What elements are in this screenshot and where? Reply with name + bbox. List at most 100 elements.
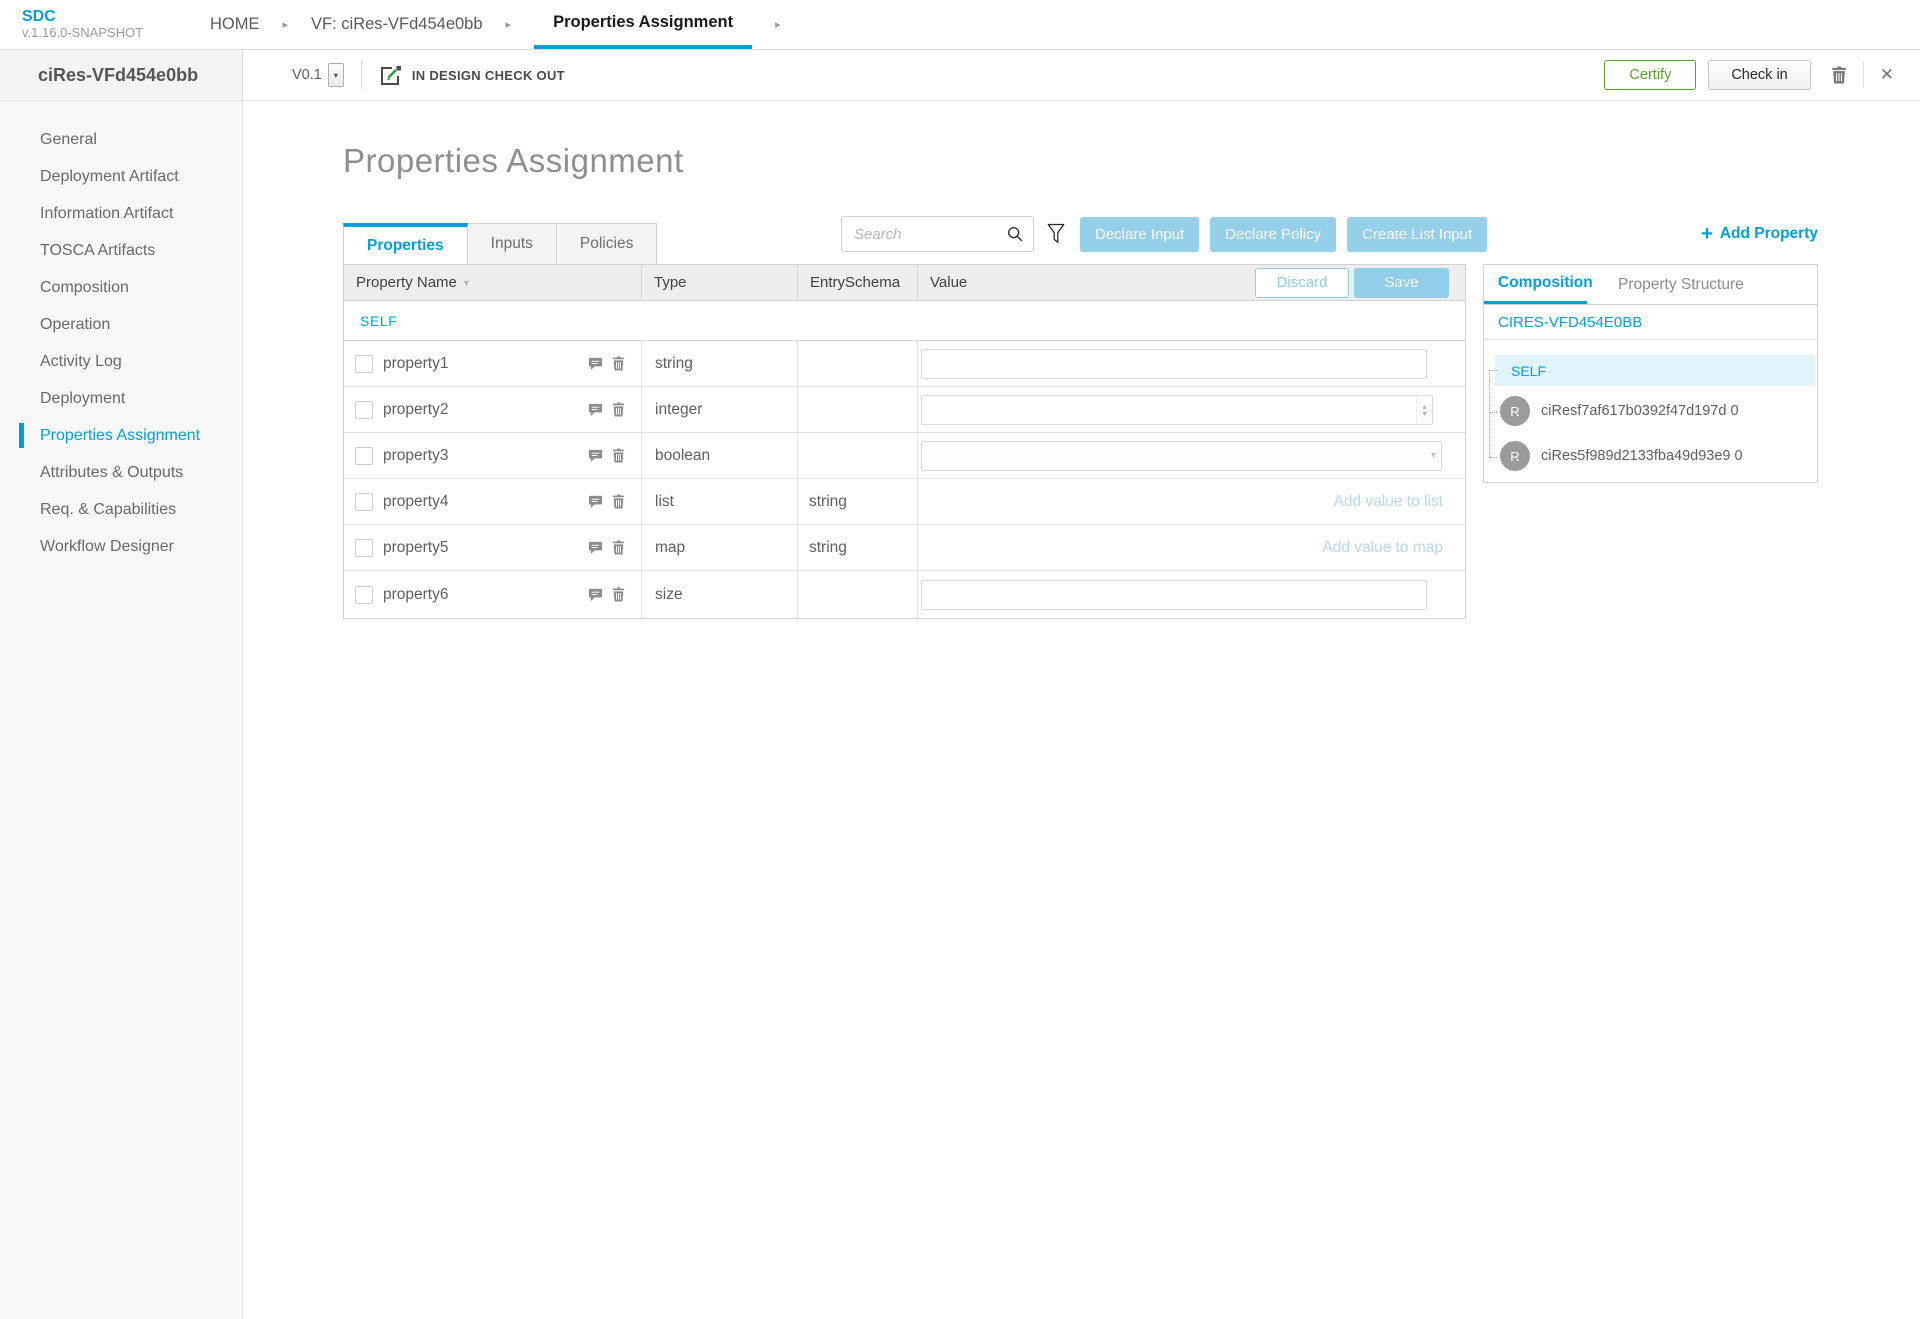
column-header-label: Property Name xyxy=(356,274,457,291)
number-input[interactable] xyxy=(921,395,1433,425)
tab-inputs[interactable]: Inputs xyxy=(468,223,557,264)
tab-composition[interactable]: Composition xyxy=(1484,265,1587,304)
comment-icon[interactable] xyxy=(588,357,603,371)
create-list-input-button[interactable]: Create List Input xyxy=(1347,217,1487,252)
breadcrumb-home[interactable]: HOME xyxy=(210,15,260,34)
property-name: property1 xyxy=(383,355,448,373)
declare-policy-button[interactable]: Declare Policy xyxy=(1210,217,1336,252)
column-header-value: Value Discard Save xyxy=(918,265,1465,300)
composition-tree: SELF R ciResf7af617b0392f47d197d 0 R ciR… xyxy=(1484,340,1817,471)
value-text-input[interactable] xyxy=(921,349,1427,379)
delete-row-icon[interactable] xyxy=(612,494,625,509)
table-row: property3 boolean xyxy=(344,433,1465,479)
declare-actions: Declare Input Declare Policy Create List… xyxy=(1080,217,1487,252)
check-in-button[interactable]: Check in xyxy=(1708,60,1810,90)
property-type: map xyxy=(642,525,798,570)
app-name: SDC xyxy=(22,8,130,25)
tab-properties[interactable]: Properties xyxy=(343,223,468,264)
column-header-property-name[interactable]: Property Name ▾ xyxy=(344,265,642,300)
property-entryschema: string xyxy=(798,525,918,570)
tree-node-resource[interactable]: R ciRes5f989d2133fba49d93e9 0 xyxy=(1500,441,1817,471)
sidebar-item-deployment[interactable]: Deployment xyxy=(0,380,242,417)
value-text-input[interactable] xyxy=(921,580,1427,610)
breadcrumb-properties-assignment[interactable]: Properties Assignment xyxy=(534,0,752,49)
sidebar-item-operation[interactable]: Operation xyxy=(0,306,242,343)
close-icon[interactable]: ✕ xyxy=(1880,65,1894,85)
row-checkbox[interactable] xyxy=(355,355,373,373)
sdc-logo[interactable]: SDC v.1.16.0-SNAPSHOT xyxy=(0,0,130,49)
property-type: integer xyxy=(642,387,798,432)
delete-row-icon[interactable] xyxy=(612,587,625,602)
column-header-entryschema: EntrySchema xyxy=(798,265,918,300)
property-value-cell: ▴ ▾ xyxy=(918,387,1465,432)
declare-input-button[interactable]: Declare Input xyxy=(1080,217,1199,252)
tab-property-structure[interactable]: Property Structure xyxy=(1618,265,1744,304)
discard-button[interactable]: Discard xyxy=(1255,268,1349,298)
properties-table: Property Name ▾ Type EntrySchema Value xyxy=(343,264,1466,619)
number-spinner[interactable]: ▴ ▾ xyxy=(1416,396,1432,424)
certify-button[interactable]: Certify xyxy=(1604,60,1696,90)
chevron-down-icon: ▾ xyxy=(334,71,338,80)
sidebar-item-deployment-artifact[interactable]: Deployment Artifact xyxy=(0,158,242,195)
row-checkbox[interactable] xyxy=(355,493,373,511)
filter-funnel-icon[interactable] xyxy=(1046,222,1066,246)
sidebar-item-tosca-artifacts[interactable]: TOSCA Artifacts xyxy=(0,232,242,269)
sidebar-item-activity-log[interactable]: Activity Log xyxy=(0,343,242,380)
version-dropdown[interactable]: ▾ xyxy=(328,63,344,87)
resource-avatar: R xyxy=(1500,441,1530,471)
property-name-cell: property1 xyxy=(344,341,642,386)
column-header-label: Type xyxy=(654,274,687,291)
tree-node-resource[interactable]: R ciResf7af617b0392f47d197d 0 xyxy=(1500,396,1817,426)
table-row: property4 list string xyxy=(344,479,1465,525)
property-name: property5 xyxy=(383,539,448,557)
row-checkbox[interactable] xyxy=(355,586,373,604)
row-checkbox[interactable] xyxy=(355,401,373,419)
tree-connector-stub xyxy=(1489,412,1497,413)
delete-row-icon[interactable] xyxy=(612,402,625,417)
workspace-header: ciRes-VFd454e0bb V0.1 ▾ IN DESIGN CHECK … xyxy=(0,50,1920,101)
sidebar-item-properties-assignment[interactable]: Properties Assignment xyxy=(0,417,242,454)
resource-label: ciResf7af617b0392f47d197d 0 xyxy=(1541,403,1739,419)
comment-icon[interactable] xyxy=(588,449,603,463)
divider xyxy=(361,61,362,89)
delete-row-icon[interactable] xyxy=(612,448,625,463)
delete-icon[interactable] xyxy=(1831,66,1847,84)
row-checkbox[interactable] xyxy=(355,447,373,465)
row-checkbox[interactable] xyxy=(355,539,373,557)
add-value-to-list-link[interactable]: Add value to list xyxy=(1334,493,1443,511)
page-title: Properties Assignment xyxy=(343,142,1920,180)
entity-name: ciRes-VFd454e0bb xyxy=(38,65,198,86)
comment-icon[interactable] xyxy=(588,495,603,509)
property-name: property2 xyxy=(383,401,448,419)
sidebar-item-attributes-outputs[interactable]: Attributes & Outputs xyxy=(0,454,242,491)
table-and-panel-row: Property Name ▾ Type EntrySchema Value xyxy=(343,264,1920,619)
breadcrumb-vf[interactable]: VF: ciRes-VFd454e0bb xyxy=(311,15,483,34)
sidebar-item-general[interactable]: General xyxy=(0,121,242,158)
comment-icon[interactable] xyxy=(588,403,603,417)
delete-row-icon[interactable] xyxy=(612,540,625,555)
sidebar-item-information-artifact[interactable]: Information Artifact xyxy=(0,195,242,232)
checkout-pencil-icon xyxy=(379,64,402,87)
save-button[interactable]: Save xyxy=(1354,268,1449,298)
tab-policies[interactable]: Policies xyxy=(557,223,657,264)
table-group-self: SELF xyxy=(344,301,1465,341)
sidebar-item-req-capabilities[interactable]: Req. & Capabilities xyxy=(0,491,242,528)
sidebar-item-composition[interactable]: Composition xyxy=(0,269,242,306)
controls-row: Properties Inputs Policies xyxy=(343,216,1818,264)
comment-icon[interactable] xyxy=(588,588,603,602)
property-name-cell: property6 xyxy=(344,571,642,618)
property-entryschema: string xyxy=(798,479,918,524)
property-value-cell: Add value to map xyxy=(918,525,1465,570)
value-boolean-select[interactable]: ▾ xyxy=(921,441,1442,471)
add-value-to-map-link[interactable]: Add value to map xyxy=(1322,539,1443,557)
delete-row-icon[interactable] xyxy=(612,356,625,371)
add-property-button[interactable]: + Add Property xyxy=(1701,225,1818,243)
property-type: list xyxy=(642,479,798,524)
tree-node-self[interactable]: SELF xyxy=(1495,355,1815,386)
property-tabs: Properties Inputs Policies xyxy=(343,223,657,264)
comment-icon[interactable] xyxy=(588,541,603,555)
column-header-label: EntrySchema xyxy=(810,274,900,291)
search-icon[interactable] xyxy=(1006,225,1024,243)
sidebar-item-workflow-designer[interactable]: Workflow Designer xyxy=(0,528,242,565)
table-row: property2 integer xyxy=(344,387,1465,433)
